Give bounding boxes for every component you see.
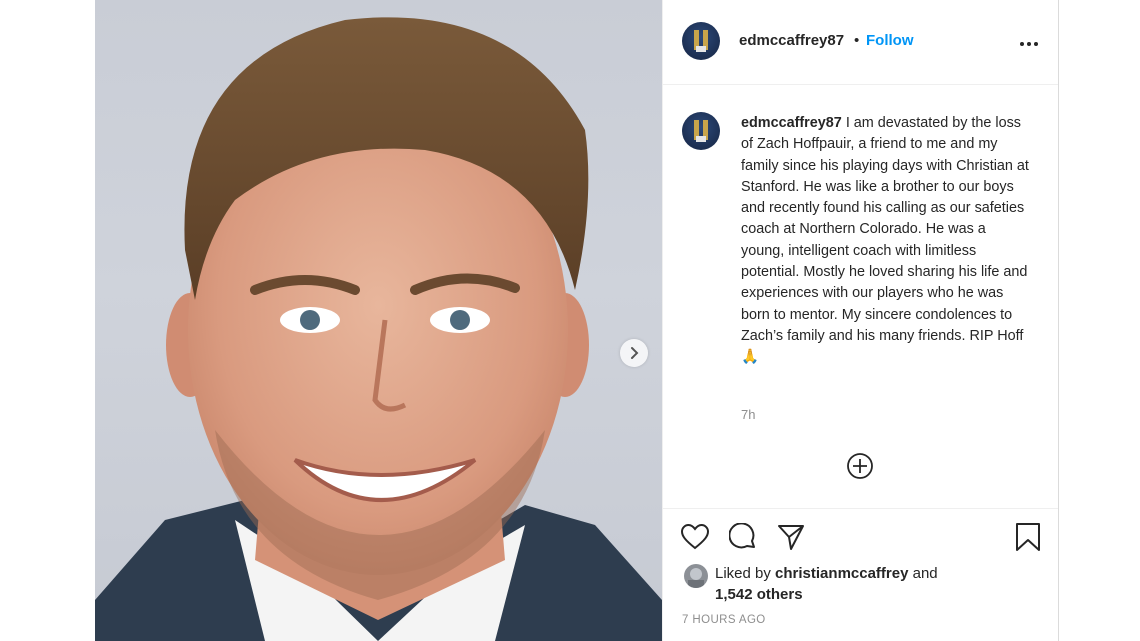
header-separator: • [854,32,860,49]
portrait-image [95,17,662,641]
likes-conjunction: and [912,565,938,582]
avatar-image [694,30,708,52]
bookmark-icon [1016,523,1040,551]
caption-avatar[interactable] [682,112,720,150]
likes-others[interactable]: 1,542 others [715,586,803,603]
liker-avatar[interactable] [684,564,708,588]
comment-icon [729,523,755,549]
heart-icon [681,524,709,550]
posted-time[interactable]: 7 HOURS AGO [682,614,766,626]
share-button[interactable] [776,522,806,552]
header-username[interactable]: edmccaffrey87 [739,32,844,49]
caption-time[interactable]: 7h [741,407,755,422]
comment-button[interactable] [728,522,758,552]
post-caption: edmccaffrey87 I am devastated by the los… [741,113,1031,369]
follow-button[interactable]: Follow [866,32,914,49]
likes-summary: Liked by christianmccaffrey and 1,542 ot… [715,563,995,605]
caption-username[interactable]: edmccaffrey87 [741,115,842,131]
caption-text: I am devastated by the loss of Zach Hoff… [741,115,1029,366]
user-avatar[interactable] [682,22,720,60]
liker-username[interactable]: christianmccaffrey [775,565,908,582]
avatar-image [688,568,704,588]
plus-circle-icon[interactable] [846,452,874,485]
post-photo[interactable] [95,0,662,641]
avatar-image [694,120,708,142]
likes-prefix: Liked by [715,565,771,582]
actions-divider [663,508,1058,509]
share-icon [778,525,804,550]
like-button[interactable] [680,522,710,552]
more-options-icon[interactable] [1019,34,1039,52]
save-button[interactable] [1013,522,1043,552]
chevron-right-icon [631,347,639,359]
next-photo-button[interactable] [620,339,648,367]
post-header: edmccaffrey87 • Follow [663,0,1058,85]
post-side-panel: edmccaffrey87 • Follow edmccaffrey87 I a… [662,0,1059,641]
